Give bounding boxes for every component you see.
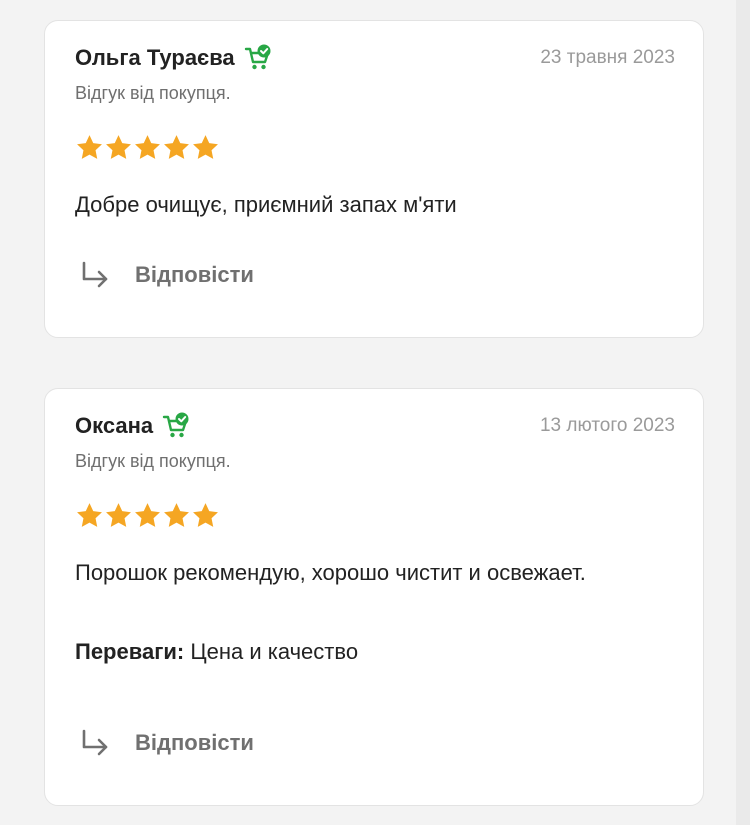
review-header: Оксана [75,411,191,441]
review-author: Оксана [75,413,154,438]
reply-label: Відповісти [135,262,254,287]
star-icon [77,503,102,527]
star-icon [106,135,131,159]
rating-stars [75,133,220,162]
verified-buyer-cart-icon [244,44,271,70]
review-card: Оксана 13 лютого 2023 Відгук від покупця… [44,388,704,806]
rating-stars [75,501,220,530]
review-text: Порошок рекомендую, хорошо чистит и осве… [75,560,586,585]
review-subtitle: Відгук від покупця. [75,83,231,103]
reply-label: Відповісти [135,730,254,755]
star-icon [106,503,131,527]
verified-buyer-cart-icon [162,412,189,438]
star-icon [164,135,189,159]
star-icon [193,503,218,527]
reply-button[interactable]: Відповісти [79,259,254,291]
star-icon [135,135,160,159]
pros-value: Цена и качество [184,639,359,664]
reply-arrow-icon [82,261,108,288]
reply-arrow-icon [82,729,108,756]
star-icon [77,135,102,159]
star-icon [135,503,160,527]
pros-label: Переваги: [75,639,185,664]
scrollbar-track [736,0,750,825]
review-pros: Переваги: Цена и качество [75,639,358,665]
star-icon [193,135,218,159]
reply-button[interactable]: Відповісти [79,727,254,759]
review-header: Ольга Тураєва [75,43,273,73]
review-text: Добре очищує, приємний запах м'яти [75,192,457,217]
review-author: Ольга Тураєва [75,45,235,70]
review-card: Ольга Тураєва 23 травня 2023 Відгук від … [44,20,704,338]
review-date: 13 лютого 2023 [539,415,675,436]
review-subtitle: Відгук від покупця. [75,451,231,471]
star-icon [164,503,189,527]
review-date: 23 травня 2023 [540,47,675,68]
